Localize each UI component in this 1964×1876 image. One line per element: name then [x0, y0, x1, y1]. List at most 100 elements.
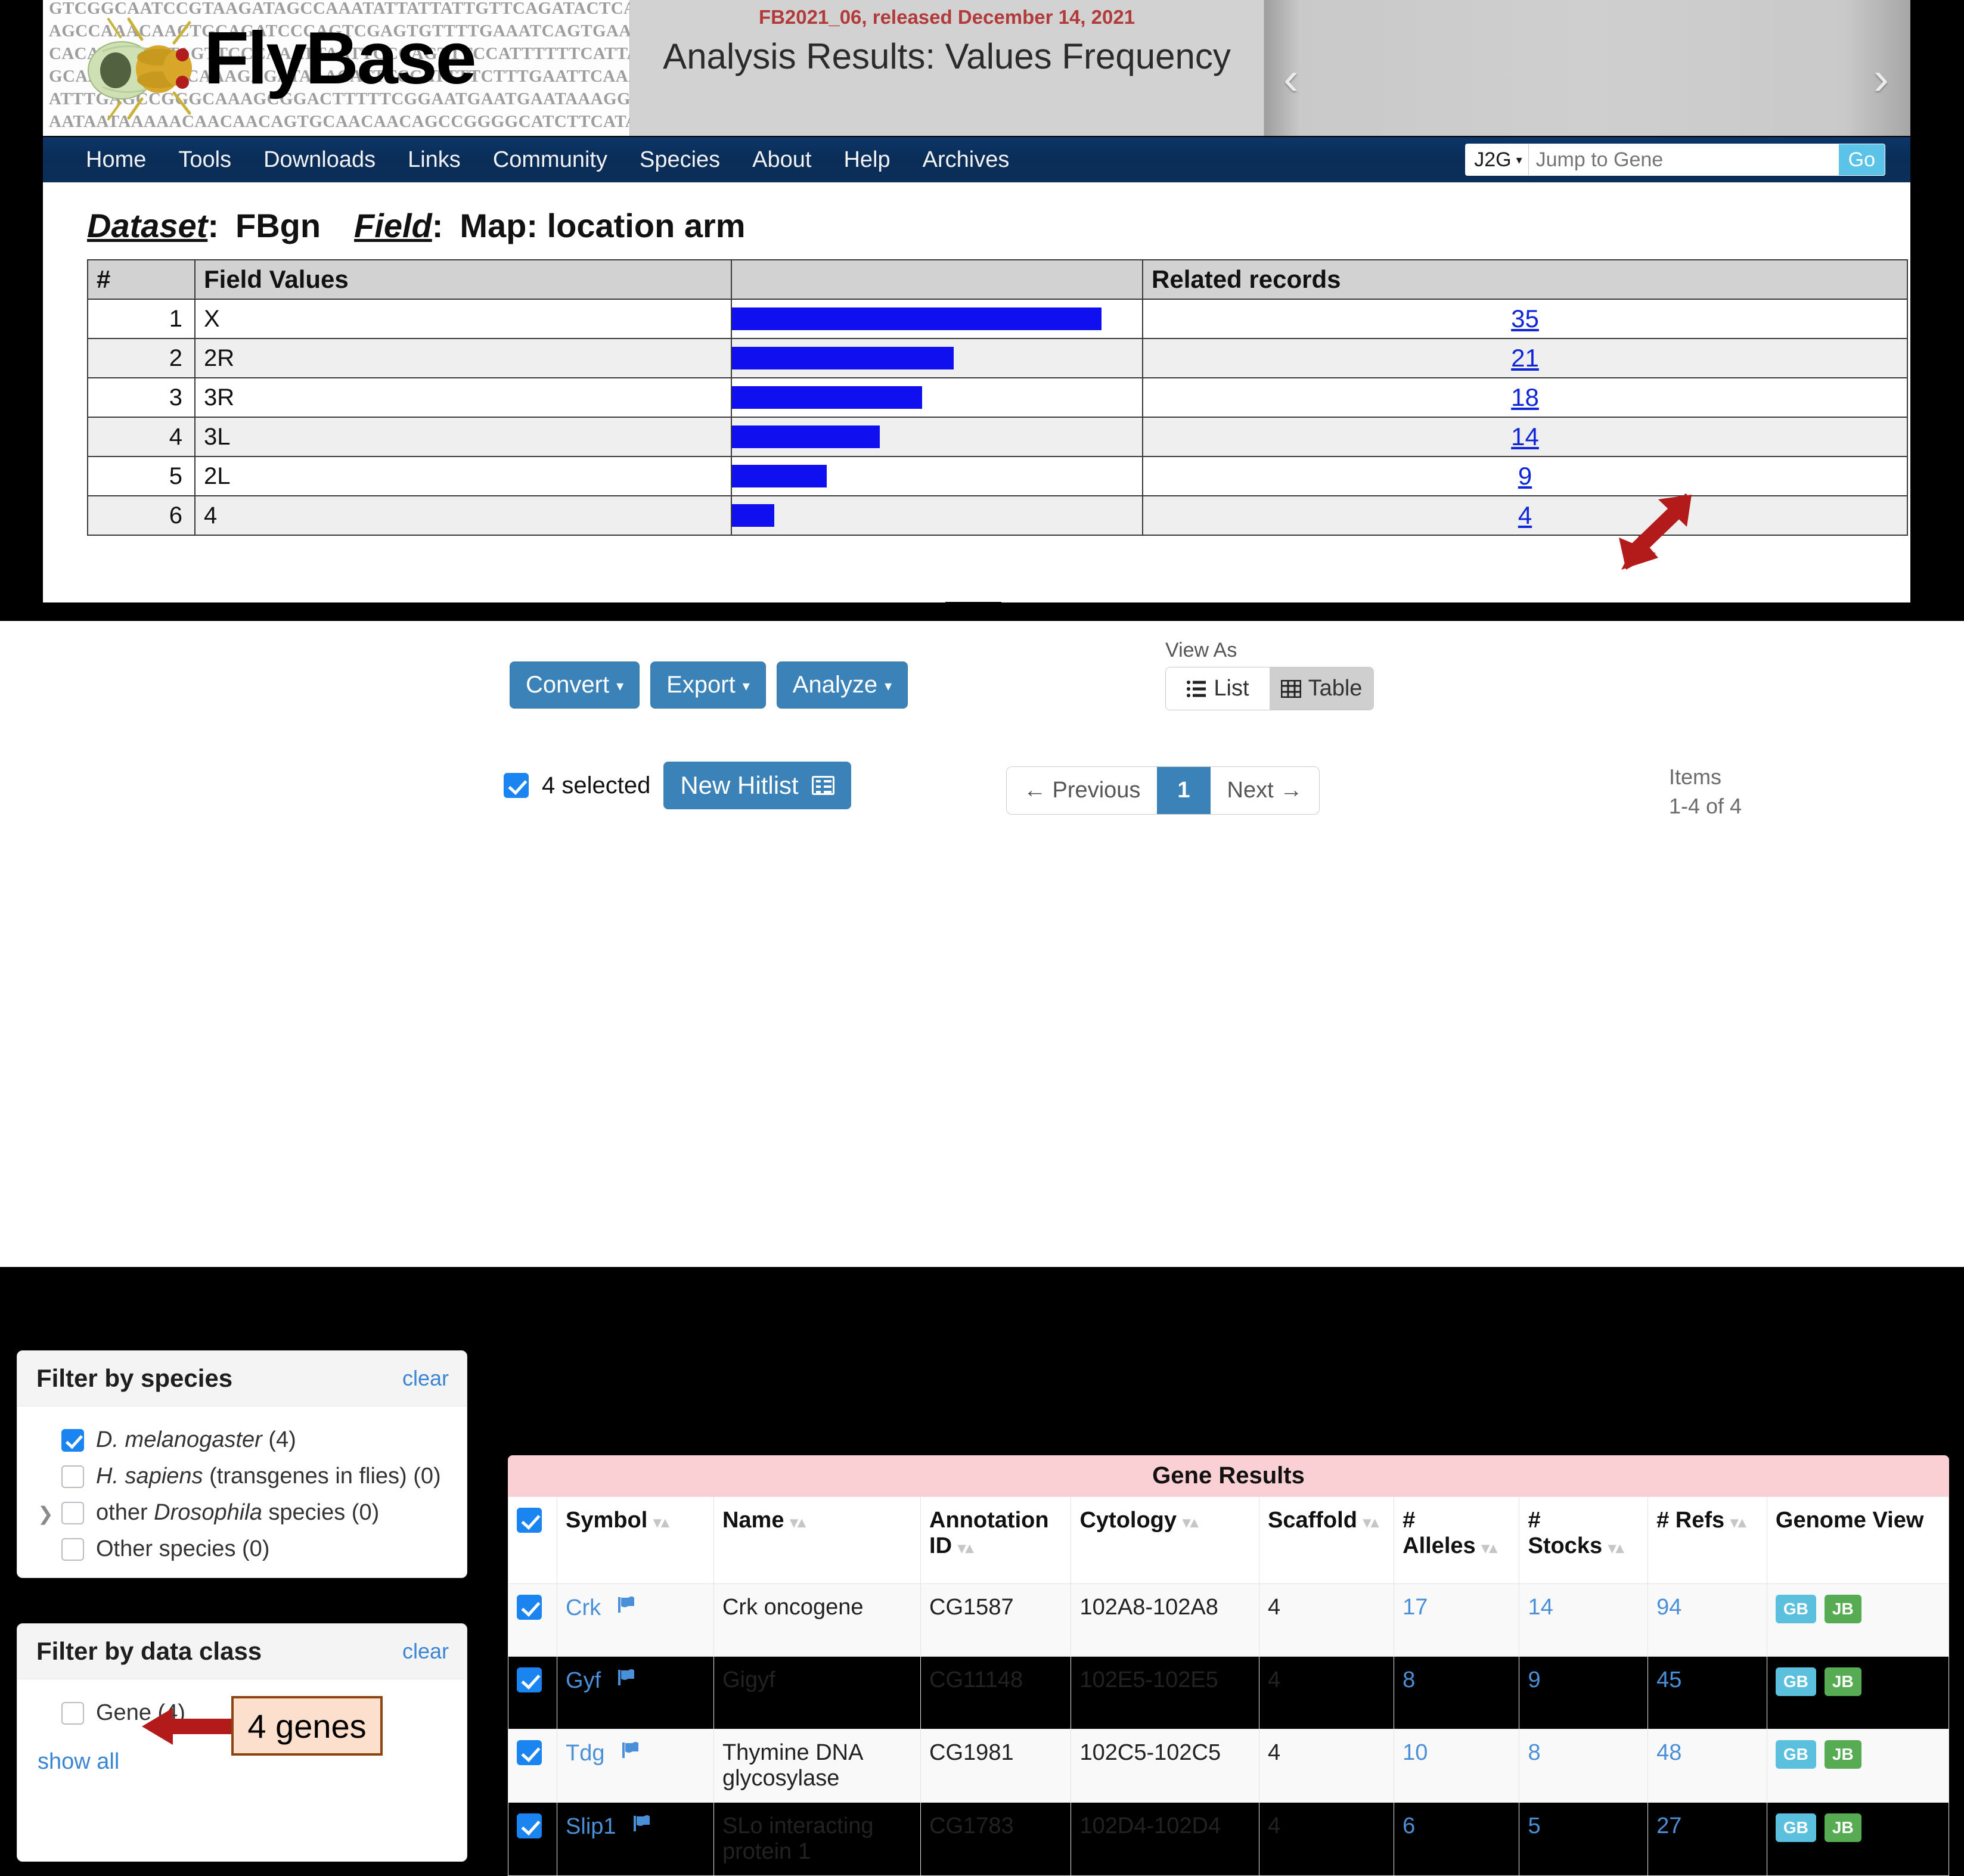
- jbrowse-badge[interactable]: JB: [1824, 1667, 1861, 1696]
- filter-checkbox[interactable]: [61, 1538, 84, 1561]
- jbrowse-badge[interactable]: JB: [1824, 1813, 1861, 1842]
- jbrowse-badge[interactable]: JB: [1824, 1740, 1861, 1769]
- view-as-list-button[interactable]: List: [1166, 667, 1270, 710]
- filter-checkbox[interactable]: [61, 1501, 84, 1524]
- filter-option-row[interactable]: H. sapiens (transgenes in flies) (0): [29, 1458, 455, 1495]
- alleles-link[interactable]: 6: [1403, 1813, 1415, 1838]
- sort-arrows-icon[interactable]: ▾▴: [1363, 1513, 1379, 1531]
- row-checkbox[interactable]: [517, 1667, 542, 1692]
- row-rank: 3: [87, 377, 196, 418]
- flybase-logo-block[interactable]: GTCGGCAATCCGTAAGATAGCCAAATATTATTATTGTTCA…: [43, 0, 630, 136]
- show-all-link[interactable]: show all: [38, 1749, 119, 1775]
- carousel-prev-icon[interactable]: ‹: [1283, 55, 1299, 101]
- select-all-checkbox[interactable]: [504, 773, 529, 798]
- gene-symbol-link[interactable]: Slip1: [566, 1814, 616, 1839]
- flag-icon[interactable]: [616, 1595, 637, 1615]
- flag-icon[interactable]: [632, 1813, 652, 1834]
- related-records-link[interactable]: 14: [1511, 423, 1539, 451]
- filter-checkbox[interactable]: [61, 1428, 84, 1452]
- chevron-right-icon[interactable]: ❯: [38, 1502, 54, 1525]
- sort-arrows-icon[interactable]: ▾▴: [958, 1539, 973, 1557]
- nav-item-downloads[interactable]: Downloads: [263, 147, 376, 173]
- nav-item-archives[interactable]: Archives: [923, 147, 1010, 173]
- refs-link[interactable]: 27: [1656, 1813, 1681, 1838]
- select-all-rows-checkbox[interactable]: [517, 1508, 542, 1533]
- jump-to-gene-go-button[interactable]: Go: [1838, 144, 1885, 175]
- genome-browser-badge[interactable]: GB: [1775, 1740, 1816, 1769]
- filter-checkbox[interactable]: [61, 1465, 84, 1488]
- gene-symbol-link[interactable]: Gyf: [566, 1668, 601, 1693]
- related-records-link[interactable]: 4: [1518, 501, 1532, 529]
- jbrowse-badge[interactable]: JB: [1824, 1595, 1861, 1623]
- flag-icon[interactable]: [616, 1667, 637, 1688]
- sort-arrows-icon[interactable]: ▾▴: [653, 1513, 669, 1531]
- row-checkbox[interactable]: [517, 1595, 542, 1620]
- export-button[interactable]: Export ▾: [650, 661, 766, 709]
- row-field-value: 3R: [194, 377, 732, 418]
- nav-item-species[interactable]: Species: [640, 147, 720, 173]
- filter-dataclass-clear-link[interactable]: clear: [402, 1639, 449, 1664]
- filter-option-row[interactable]: D. melanogaster (4): [29, 1422, 455, 1458]
- convert-button[interactable]: Convert ▾: [510, 661, 640, 709]
- cell-scaffold: 4: [1258, 1583, 1395, 1657]
- jump-to-gene-input[interactable]: [1528, 144, 1839, 175]
- cell-alleles: 6: [1394, 1802, 1520, 1876]
- gene-symbol-link[interactable]: Tdg: [566, 1741, 604, 1766]
- sort-arrows-icon[interactable]: ▾▴: [1482, 1539, 1497, 1557]
- analyze-button[interactable]: Analyze ▾: [776, 661, 908, 709]
- column-header-name[interactable]: Name ▾▴: [713, 1496, 922, 1584]
- nav-item-tools[interactable]: Tools: [178, 147, 231, 173]
- filter-checkbox[interactable]: [61, 1701, 84, 1725]
- column-header-symbol[interactable]: Symbol ▾▴: [557, 1496, 714, 1584]
- stocks-link[interactable]: 14: [1528, 1595, 1553, 1620]
- row-checkbox[interactable]: [517, 1813, 542, 1838]
- gene-symbol-link[interactable]: Crk: [566, 1595, 601, 1620]
- column-header-alleles[interactable]: # Alleles ▾▴: [1394, 1496, 1520, 1584]
- related-records-link[interactable]: 9: [1518, 462, 1532, 490]
- filter-species-clear-link[interactable]: clear: [402, 1366, 449, 1391]
- flag-icon[interactable]: [620, 1740, 641, 1760]
- genome-browser-badge[interactable]: GB: [1775, 1667, 1816, 1696]
- alleles-link[interactable]: 10: [1403, 1740, 1428, 1765]
- refs-link[interactable]: 94: [1656, 1595, 1681, 1620]
- stocks-link[interactable]: 5: [1528, 1813, 1540, 1838]
- stocks-link[interactable]: 8: [1528, 1740, 1540, 1765]
- alleles-link[interactable]: 17: [1403, 1595, 1428, 1620]
- nav-item-help[interactable]: Help: [843, 147, 890, 173]
- refs-link[interactable]: 48: [1656, 1740, 1681, 1765]
- previous-page-button[interactable]: ← Previous: [1007, 767, 1158, 814]
- column-header-stocks[interactable]: # Stocks ▾▴: [1519, 1496, 1649, 1584]
- related-records-link[interactable]: 21: [1511, 344, 1539, 372]
- carousel-next-icon[interactable]: ›: [1873, 55, 1889, 101]
- frequency-bar: [732, 308, 1102, 330]
- next-page-button[interactable]: Next →: [1210, 767, 1320, 814]
- sort-arrows-icon[interactable]: ▾▴: [1608, 1539, 1624, 1557]
- stocks-link[interactable]: 9: [1528, 1667, 1540, 1692]
- row-checkbox[interactable]: [517, 1740, 542, 1765]
- items-label: Items: [1669, 765, 1722, 789]
- genome-browser-badge[interactable]: GB: [1775, 1595, 1816, 1623]
- nav-item-community[interactable]: Community: [493, 147, 607, 173]
- nav-item-about[interactable]: About: [752, 147, 811, 173]
- alleles-link[interactable]: 8: [1403, 1667, 1415, 1692]
- dataset-field-heading: Dataset: FBgn Field: Map: location arm: [43, 182, 1910, 259]
- jump-to-gene-mode-select[interactable]: J2G ▾: [1466, 144, 1529, 175]
- sort-arrows-icon[interactable]: ▾▴: [1183, 1513, 1198, 1531]
- filter-option-row[interactable]: ❯ other Drosophila species (0): [29, 1495, 455, 1531]
- sort-arrows-icon[interactable]: ▾▴: [790, 1513, 805, 1531]
- column-header-annotation-id[interactable]: Annotation ID ▾▴: [920, 1496, 1072, 1584]
- column-header-scaffold[interactable]: Scaffold ▾▴: [1258, 1496, 1395, 1584]
- nav-item-links[interactable]: Links: [408, 147, 461, 173]
- genome-browser-badge[interactable]: GB: [1775, 1813, 1816, 1842]
- related-records-link[interactable]: 35: [1511, 305, 1539, 333]
- column-header-cytology[interactable]: Cytology ▾▴: [1071, 1496, 1259, 1584]
- refs-link[interactable]: 45: [1656, 1667, 1681, 1692]
- current-page-button[interactable]: 1: [1157, 767, 1211, 814]
- new-hitlist-button[interactable]: New Hitlist: [663, 762, 851, 809]
- column-header-refs[interactable]: # Refs ▾▴: [1647, 1496, 1767, 1584]
- related-records-link[interactable]: 18: [1511, 383, 1539, 411]
- sort-arrows-icon[interactable]: ▾▴: [1730, 1513, 1746, 1531]
- filter-option-row[interactable]: Other species (0): [29, 1531, 455, 1567]
- nav-item-home[interactable]: Home: [86, 147, 146, 173]
- view-as-table-button[interactable]: Table: [1270, 667, 1373, 710]
